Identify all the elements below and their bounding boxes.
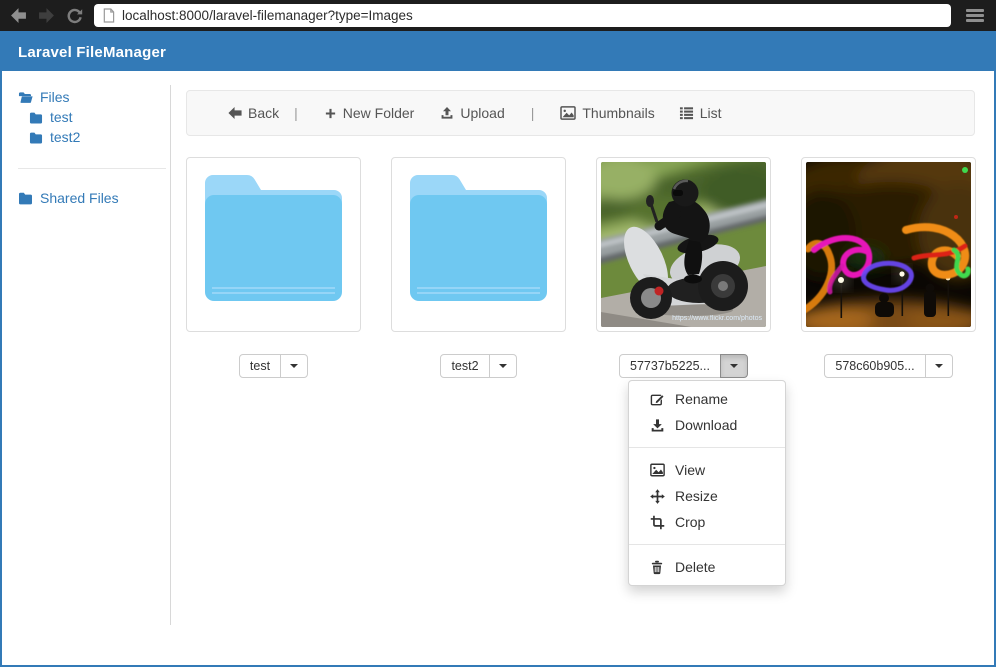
item-context-menu: Rename Download — [628, 380, 786, 586]
url-text: localhost:8000/laravel-filemanager?type=… — [122, 8, 413, 23]
sidebar-divider — [18, 168, 166, 169]
sidebar-item-label: Shared Files — [40, 190, 119, 206]
sidebar-item-test[interactable]: test — [18, 107, 166, 127]
image-icon — [560, 106, 576, 120]
crop-icon — [649, 515, 665, 530]
browser-back-icon[interactable] — [10, 7, 27, 24]
menu-item-download[interactable]: Download — [629, 412, 785, 438]
item-dropdown-test: test — [239, 354, 308, 378]
item-dropdown-motorcycle: 57737b5225... — [619, 354, 748, 378]
folder-thumbnail-icon — [402, 162, 555, 327]
item-name-button[interactable]: test — [239, 354, 281, 378]
grid-item-image-motorcycle[interactable]: https://www.flickr.com/photos — [596, 157, 771, 332]
folder-icon — [29, 131, 43, 144]
menu-divider — [629, 447, 785, 448]
item-actions-test: test — [186, 354, 361, 378]
list-button[interactable]: List — [679, 105, 722, 121]
item-caret-button[interactable] — [720, 354, 748, 378]
menu-divider — [629, 544, 785, 545]
menu-item-crop[interactable]: Crop — [629, 509, 785, 535]
browser-menu-icon[interactable] — [966, 9, 984, 22]
lightpainting-thumbnail — [806, 162, 971, 327]
move-icon — [649, 489, 665, 504]
sidebar-item-label: test — [50, 109, 73, 125]
app-header: Laravel FileManager — [2, 33, 994, 71]
caret-down-icon — [290, 364, 298, 368]
item-actions-motorcycle: 57737b5225... — [596, 354, 771, 378]
item-name-button[interactable]: 578c60b905... — [824, 354, 925, 378]
sidebar-item-files[interactable]: Files — [18, 87, 166, 107]
new-folder-button[interactable]: New Folder — [324, 105, 415, 121]
sidebar-item-label: Files — [40, 89, 70, 105]
item-dropdown-lightpainting: 578c60b905... — [824, 354, 952, 378]
grid-item-folder-test2[interactable] — [391, 157, 566, 332]
item-caret-button[interactable] — [280, 354, 308, 378]
item-caret-button[interactable] — [489, 354, 517, 378]
menu-item-delete[interactable]: Delete — [629, 554, 785, 580]
address-bar[interactable]: localhost:8000/laravel-filemanager?type=… — [94, 4, 951, 27]
sidebar-item-test2[interactable]: test2 — [18, 127, 166, 147]
item-name-button[interactable]: test2 — [440, 354, 489, 378]
browser-refresh-icon[interactable] — [66, 7, 83, 24]
upload-icon — [440, 106, 454, 120]
page-icon — [102, 8, 115, 23]
item-actions-test2: test2 — [391, 354, 566, 378]
toolbar-separator: | — [294, 105, 298, 121]
plus-icon — [324, 107, 337, 120]
back-arrow-icon — [228, 106, 242, 120]
back-button[interactable]: Back — [228, 105, 279, 121]
panel-body: Files test test2 — [2, 71, 994, 665]
sidebar-item-shared-files[interactable]: Shared Files — [18, 188, 166, 208]
item-caret-button[interactable] — [925, 354, 953, 378]
filemanager-panel: Laravel FileManager Files — [0, 31, 996, 667]
trash-icon — [649, 560, 665, 575]
download-icon — [649, 418, 665, 433]
caret-down-icon — [730, 364, 738, 368]
folder-icon — [18, 191, 33, 205]
grid-item-folder-test[interactable] — [186, 157, 361, 332]
watermark-text: https://www.flickr.com/photos — [672, 315, 762, 322]
page-title: Laravel FileManager — [18, 44, 166, 61]
upload-button[interactable]: Upload — [440, 105, 504, 121]
grid-item-image-lightpainting[interactable] — [801, 157, 976, 332]
folder-open-icon — [18, 90, 33, 104]
item-dropdown-test2: test2 — [440, 354, 516, 378]
item-name-button[interactable]: 57737b5225... — [619, 354, 721, 378]
content-divider — [170, 85, 171, 625]
edit-icon — [649, 392, 665, 407]
folder-thumbnail-icon — [197, 162, 350, 327]
sidebar: Files test test2 — [18, 87, 166, 208]
caret-down-icon — [935, 364, 943, 368]
browser-forward-icon[interactable] — [38, 7, 55, 24]
caret-down-icon — [499, 364, 507, 368]
toolbar-separator: | — [531, 105, 535, 121]
toolbar: Back | New Folder Upload | — [186, 90, 975, 136]
motorcycle-thumbnail: https://www.flickr.com/photos — [601, 162, 766, 327]
folder-icon — [29, 111, 43, 124]
thumbnails-button[interactable]: Thumbnails — [560, 105, 654, 121]
sidebar-item-label: test2 — [50, 129, 80, 145]
menu-item-rename[interactable]: Rename — [629, 386, 785, 412]
item-actions-lightpainting: 578c60b905... — [801, 354, 976, 378]
browser-chrome: localhost:8000/laravel-filemanager?type=… — [0, 0, 996, 31]
menu-item-view[interactable]: View — [629, 457, 785, 483]
list-icon — [679, 106, 694, 120]
menu-item-resize[interactable]: Resize — [629, 483, 785, 509]
image-icon — [649, 463, 665, 477]
